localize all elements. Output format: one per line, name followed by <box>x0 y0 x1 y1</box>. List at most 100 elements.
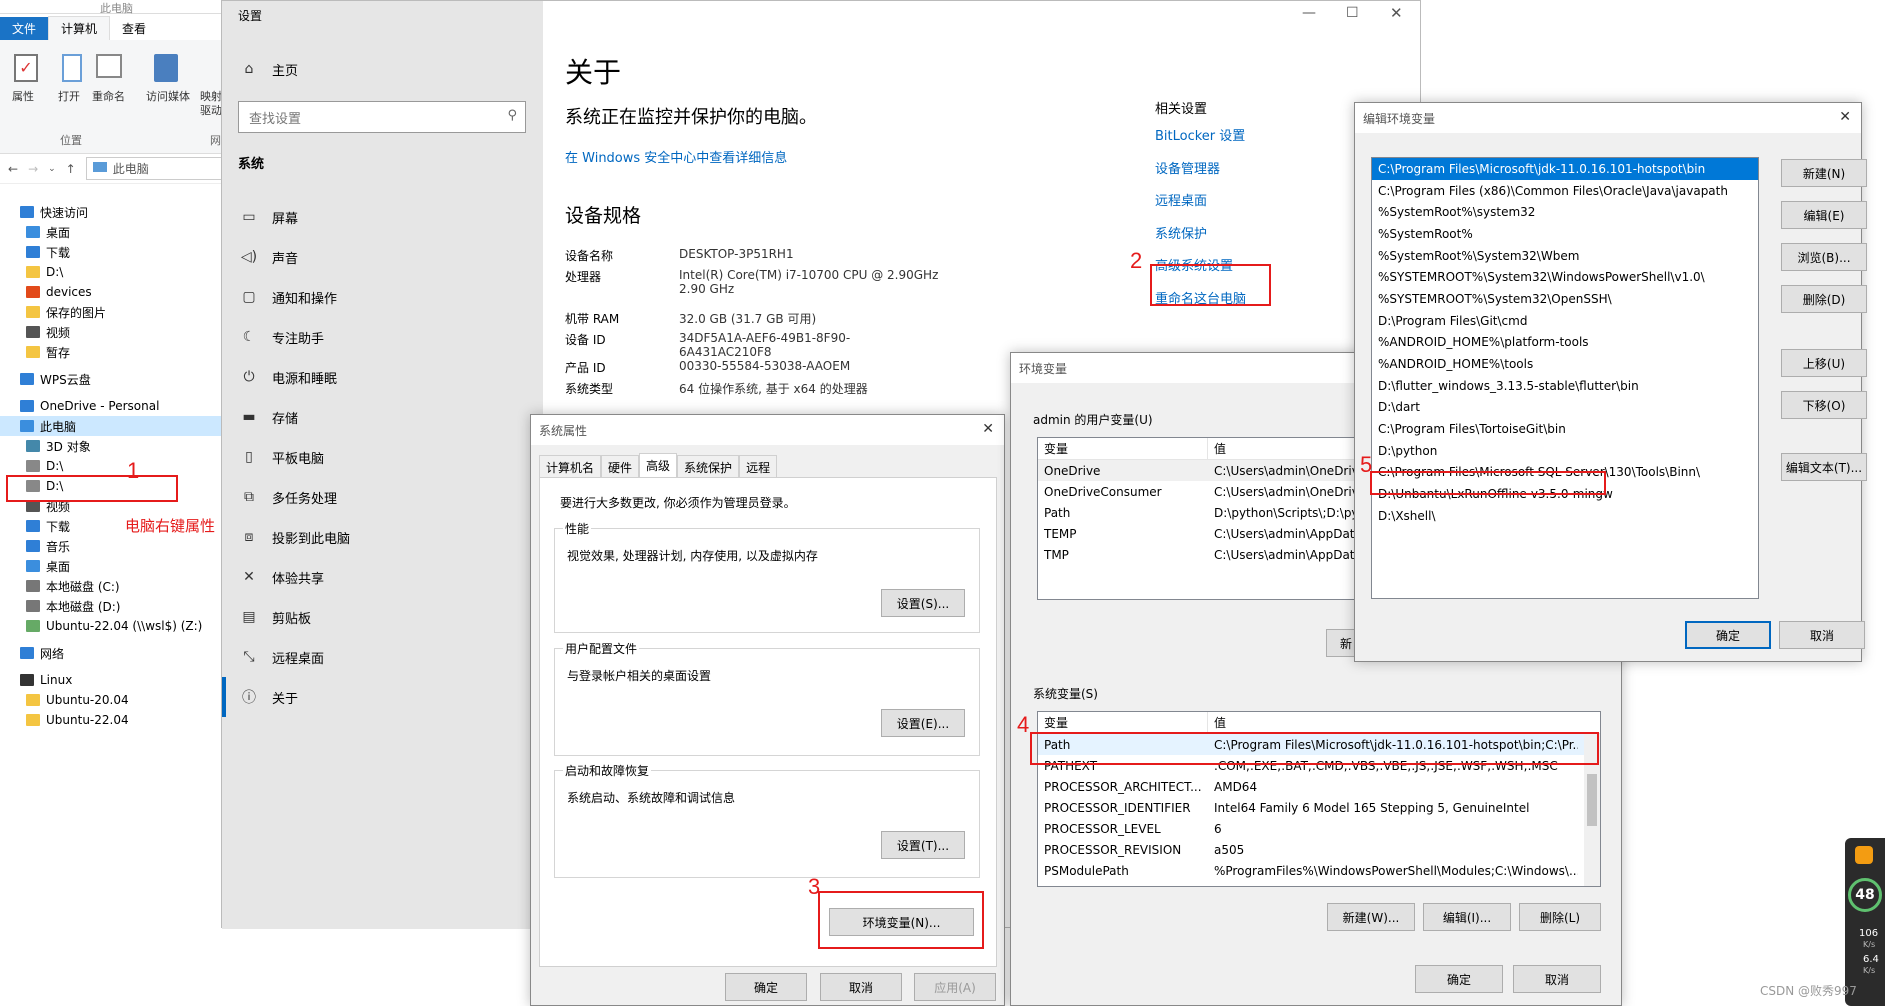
ribbon-tab-computer[interactable]: 计算机 <box>48 16 111 40</box>
tree-item[interactable]: WPS云盘 <box>0 369 225 389</box>
editenv-button[interactable]: 上移(U) <box>1781 349 1867 377</box>
editenv-button[interactable]: 浏览(B)... <box>1781 243 1867 271</box>
path-entry[interactable]: %SYSTEMROOT%\System32\OpenSSH\ <box>1372 288 1758 310</box>
editenv-button[interactable]: 删除(D) <box>1781 285 1867 313</box>
path-entry[interactable]: %SYSTEMROOT%\System32\WindowsPowerShell\… <box>1372 266 1758 288</box>
editenv-button[interactable]: 新建(N) <box>1781 159 1867 187</box>
ribbon-tab-view[interactable]: 查看 <box>110 17 158 40</box>
path-entry[interactable]: %SystemRoot%\system32 <box>1372 201 1758 223</box>
system-var-row[interactable]: PROCESSOR_LEVEL 6 <box>1038 818 1600 839</box>
settings-nav-item[interactable]: ⓘ 关于 <box>222 677 543 717</box>
settings-search-input[interactable]: 查找设置 ⚲ <box>238 101 526 133</box>
path-entry[interactable]: D:\Xshell\ <box>1372 505 1758 527</box>
path-entry[interactable]: %SystemRoot% <box>1372 223 1758 245</box>
sysprops-tab[interactable]: 计算机名 <box>539 455 602 479</box>
settings-nav-item[interactable]: ▤ 剪贴板 <box>222 597 543 637</box>
network-monitor-widget[interactable]: 48 106 K/s 6.4 K/s <box>1845 838 1885 1006</box>
settings-nav-item[interactable]: ⧈ 投影到此电脑 <box>222 517 543 557</box>
settings-nav-item[interactable]: ▬ 存储 <box>222 397 543 437</box>
properties-button[interactable]: 属性 <box>12 88 34 104</box>
system-var-row[interactable]: PROCESSOR_ARCHITECT... AMD64 <box>1038 776 1600 797</box>
path-entry[interactable]: C:\Program Files\Microsoft\jdk-11.0.16.1… <box>1372 158 1758 180</box>
editenv-button[interactable]: 编辑文本(T)... <box>1781 453 1867 481</box>
tree-item[interactable]: 3D 对象 <box>0 436 225 456</box>
settings-nav-item[interactable]: ◁) 声音 <box>222 237 543 277</box>
envvars-cancel-button[interactable]: 取消 <box>1513 965 1601 993</box>
open-button[interactable]: 打开 <box>58 88 80 104</box>
path-entry[interactable]: D:\Program Files\Git\cmd <box>1372 310 1758 332</box>
tree-item[interactable]: 此电脑 <box>0 416 225 436</box>
system-vars-edit-button[interactable]: 编辑(I)... <box>1423 903 1511 931</box>
related-link[interactable]: 远程桌面 <box>1155 190 1246 223</box>
tree-item[interactable]: 快速访问 <box>0 202 225 222</box>
tree-item[interactable]: OneDrive - Personal <box>0 396 225 416</box>
settings-home-link[interactable]: ⌂ 主页 <box>222 45 543 93</box>
settings-nav-item[interactable]: ▭ 屏幕 <box>222 197 543 237</box>
tree-item[interactable]: 本地磁盘 (C:) <box>0 576 225 596</box>
path-entry[interactable]: D:\flutter_windows_3.13.5-stable\flutter… <box>1372 375 1758 397</box>
settings-nav-item[interactable]: ⏻ 电源和睡眠 <box>222 357 543 397</box>
address-field[interactable]: 此电脑 <box>85 157 225 180</box>
path-entry[interactable]: D:\dart <box>1372 397 1758 419</box>
tree-item[interactable]: 本地磁盘 (D:) <box>0 596 225 616</box>
tree-item[interactable]: 桌面 <box>0 222 225 242</box>
system-vars-new-button[interactable]: 新建(W)... <box>1327 903 1415 931</box>
sysprops-tab[interactable]: 系统保护 <box>677 455 740 479</box>
sysprops-apply-button[interactable]: 应用(A) <box>914 973 996 1001</box>
tree-item[interactable]: Ubuntu-20.04 <box>0 690 225 710</box>
path-entry[interactable]: %ANDROID_HOME%\tools <box>1372 353 1758 375</box>
envvars-ok-button[interactable]: 确定 <box>1415 965 1503 993</box>
related-link[interactable]: 系统保护 <box>1155 223 1246 256</box>
path-entry[interactable]: %ANDROID_HOME%\platform-tools <box>1372 332 1758 354</box>
sysprops-tab[interactable]: 硬件 <box>601 455 640 479</box>
back-arrow-icon[interactable]: ← <box>8 162 18 176</box>
maximize-icon[interactable]: ☐ <box>1346 5 1359 21</box>
settings-nav-item[interactable]: ▢ 通知和操作 <box>222 277 543 317</box>
tree-item[interactable]: D:\ <box>0 262 225 282</box>
tree-item[interactable]: Ubuntu-22.04 (\\wsl$) (Z:) <box>0 616 225 636</box>
close-icon[interactable]: ✕ <box>982 421 994 437</box>
rename-button[interactable]: 重命名 <box>92 88 125 104</box>
forward-arrow-icon[interactable]: → <box>28 162 38 176</box>
system-var-row[interactable]: PROCESSOR_IDENTIFIER Intel64 Family 6 Mod… <box>1038 797 1600 818</box>
path-entry[interactable]: %SystemRoot%\System32\Wbem <box>1372 245 1758 267</box>
sysprops-tab[interactable]: 远程 <box>739 455 778 479</box>
settings-nav-item[interactable]: ⤡ 远程桌面 <box>222 637 543 677</box>
up-arrow-icon[interactable]: ↑ <box>66 162 76 176</box>
tree-item[interactable]: Ubuntu-22.04 <box>0 710 225 730</box>
settings-nav-item[interactable]: ⧉ 多任务处理 <box>222 477 543 517</box>
related-link[interactable]: 设备管理器 <box>1155 158 1246 191</box>
path-entry[interactable]: C:\Program Files\TortoiseGit\bin <box>1372 418 1758 440</box>
system-var-row[interactable]: PROCESSOR_REVISION a505 <box>1038 839 1600 860</box>
close-icon[interactable]: ✕ <box>1839 109 1851 125</box>
tree-item[interactable]: 网络 <box>0 643 225 663</box>
security-center-link[interactable]: 在 Windows 安全中心中查看详细信息 <box>565 147 787 166</box>
media-access-button[interactable]: 访问媒体 <box>146 88 190 104</box>
tree-item[interactable]: 暂存 <box>0 342 225 362</box>
related-link[interactable]: BitLocker 设置 <box>1155 125 1246 158</box>
tree-item[interactable]: D:\ <box>0 456 225 476</box>
editenv-ok-button[interactable]: 确定 <box>1685 621 1771 649</box>
tree-item[interactable]: Linux <box>0 670 225 690</box>
editenv-button[interactable]: 编辑(E) <box>1781 201 1867 229</box>
tree-item[interactable]: devices <box>0 282 225 302</box>
close-icon[interactable]: ✕ <box>1390 4 1403 22</box>
settings-nav-item[interactable]: ▯ 平板电脑 <box>222 437 543 477</box>
system-vars-delete-button[interactable]: 删除(L) <box>1519 903 1601 931</box>
tree-item[interactable]: 保存的图片 <box>0 302 225 322</box>
sysprops-tab[interactable]: 高级 <box>639 453 678 479</box>
sysprops-cancel-button[interactable]: 取消 <box>820 973 902 1001</box>
path-entry[interactable]: D:\python <box>1372 440 1758 462</box>
settings-nav-item[interactable]: ☾ 专注助手 <box>222 317 543 357</box>
system-var-row[interactable]: PSModulePath %ProgramFiles%\WindowsPowerS… <box>1038 860 1600 881</box>
performance-settings-button[interactable]: 设置(S)... <box>881 589 965 617</box>
editenv-button[interactable]: 下移(O) <box>1781 391 1867 419</box>
path-entries-list[interactable]: C:\Program Files\Microsoft\jdk-11.0.16.1… <box>1371 157 1759 599</box>
startup-recovery-settings-button[interactable]: 设置(T)... <box>881 831 965 859</box>
ribbon-tab-file[interactable]: 文件 <box>0 17 49 40</box>
editenv-cancel-button[interactable]: 取消 <box>1779 621 1865 649</box>
sysprops-ok-button[interactable]: 确定 <box>725 973 807 1001</box>
tree-item[interactable]: 下载 <box>0 242 225 262</box>
scrollbar-thumb[interactable] <box>1587 774 1597 826</box>
tree-item[interactable]: 视频 <box>0 322 225 342</box>
